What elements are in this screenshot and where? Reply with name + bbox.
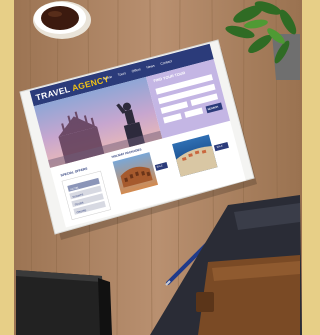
holiday-packages-title: HOLIDAY PACKAGES bbox=[110, 147, 142, 159]
nav-contact[interactable]: Contact bbox=[160, 59, 172, 66]
special-offers-title: SPECIAL OFFERS bbox=[59, 166, 88, 178]
offer-item[interactable]: CRUISE bbox=[76, 207, 89, 217]
nav-tours[interactable]: Tours bbox=[117, 71, 126, 77]
nav-offers[interactable]: Offers bbox=[131, 67, 141, 73]
leather-folder bbox=[196, 255, 300, 335]
search-button-label[interactable]: SEARCH bbox=[207, 105, 218, 111]
nav-news[interactable]: News bbox=[146, 64, 155, 70]
photo-scene: TRAVEL AGENCY Home Tours Offers News Con… bbox=[0, 0, 302, 335]
nav-home[interactable]: Home bbox=[103, 75, 113, 81]
booking-title: FIND YOUR TOUR bbox=[152, 70, 186, 84]
coffee-cup bbox=[33, 1, 91, 39]
package-badge-1-label[interactable]: SALE bbox=[156, 164, 163, 168]
black-notebook bbox=[16, 270, 112, 335]
special-offers-list: HOTEL FLIGHTS TOURS CRUISE bbox=[69, 184, 88, 218]
package-badge-2-label[interactable]: SALE bbox=[216, 144, 223, 148]
